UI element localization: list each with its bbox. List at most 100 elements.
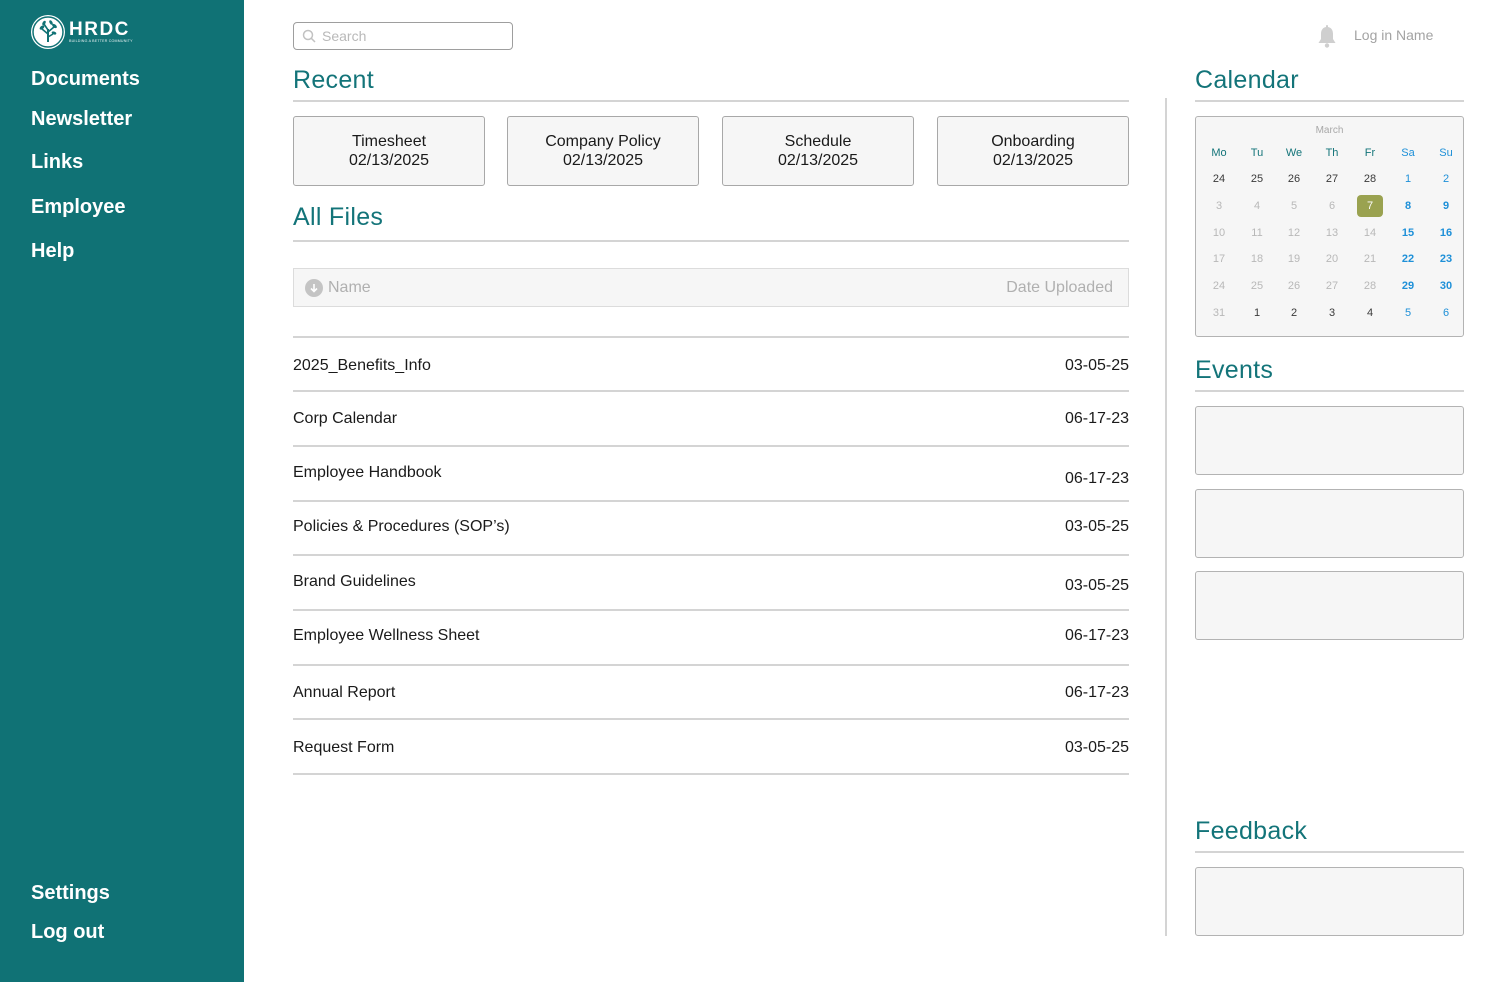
calendar-day[interactable]: 16 (1433, 222, 1459, 244)
calendar-day[interactable]: 14 (1357, 222, 1383, 244)
event-card[interactable] (1195, 489, 1464, 558)
event-card[interactable] (1195, 571, 1464, 640)
calendar-weekday-label: Su (1439, 147, 1453, 159)
calendar-weekday-label: Tu (1250, 147, 1264, 159)
sort-down-icon[interactable] (305, 279, 323, 297)
calendar-month: March (1315, 125, 1344, 136)
sidebar-item-newsletter[interactable]: Newsletter (31, 108, 132, 131)
calendar-day[interactable]: 26 (1281, 275, 1307, 297)
calendar-day[interactable]: 27 (1319, 168, 1345, 190)
calendar-day[interactable]: 25 (1244, 275, 1270, 297)
calendar-day[interactable]: 5 (1395, 302, 1421, 324)
calendar-day[interactable]: 4 (1357, 302, 1383, 324)
calendar-day[interactable]: 18 (1244, 248, 1270, 270)
bell-icon[interactable] (1316, 25, 1338, 49)
calendar-day[interactable]: 21 (1357, 248, 1383, 270)
file-date: 06-17-23 (1064, 627, 1129, 644)
brand-tagline: BUILDING A BETTER COMMUNITY (69, 39, 133, 43)
calendar-day[interactable]: 31 (1206, 302, 1232, 324)
table-row[interactable]: Policies & Procedures (SOP’s) 03-05-25 (293, 518, 1129, 540)
sidebar-item-settings[interactable]: Settings (31, 882, 110, 905)
calendar-day[interactable]: 28 (1357, 168, 1383, 190)
sidebar-item-help[interactable]: Help (31, 240, 74, 263)
recent-card-company-policy[interactable]: Company Policy 02/13/2025 (507, 116, 699, 186)
sidebar-item-log-out[interactable]: Log out (31, 921, 104, 944)
recent-card-schedule[interactable]: Schedule 02/13/2025 (722, 116, 914, 186)
table-row[interactable]: Corp Calendar 06-17-23 (293, 410, 1129, 432)
calendar-day[interactable]: 6 (1433, 302, 1459, 324)
search-icon (302, 29, 316, 43)
calendar-day[interactable]: 9 (1433, 195, 1459, 217)
calendar-day[interactable]: 20 (1319, 248, 1345, 270)
sidebar-item-documents[interactable]: Documents (31, 68, 140, 91)
file-date: 03-05-25 (1064, 577, 1129, 594)
recent-card-timesheet[interactable]: Timesheet 02/13/2025 (293, 116, 485, 186)
calendar-day[interactable]: 7 (1357, 195, 1383, 217)
table-divider (293, 718, 1129, 720)
calendar-day[interactable]: 15 (1395, 222, 1421, 244)
calendar-day[interactable]: 2 (1433, 168, 1459, 190)
calendar-day[interactable]: 5 (1281, 195, 1307, 217)
calendar-day[interactable]: 19 (1281, 248, 1307, 270)
calendar-widget: March Mo Tu We Th Fr Sa Su 24 25 26 27 28 1 2 3 4 5 6 7 8 9 1… (1195, 116, 1464, 337)
search-box[interactable] (293, 22, 513, 50)
recent-card-name: Schedule (784, 133, 852, 150)
events-divider (1195, 390, 1464, 392)
logo-text: HRDC BUILDING A BETTER COMMUNITY (69, 20, 133, 44)
table-divider (293, 445, 1129, 447)
file-name: Brand Guidelines (293, 573, 416, 590)
table-row[interactable]: Brand Guidelines 03-05-25 (293, 573, 1129, 603)
calendar-day[interactable]: 22 (1395, 248, 1421, 270)
file-date: 03-05-25 (1064, 518, 1129, 535)
calendar-day[interactable]: 30 (1433, 275, 1459, 297)
calendar-day[interactable]: 3 (1206, 195, 1232, 217)
calendar-day[interactable]: 27 (1319, 275, 1345, 297)
calendar-weekday-label: Mo (1211, 147, 1227, 159)
calendar-day[interactable]: 1 (1395, 168, 1421, 190)
calendar-day[interactable]: 12 (1281, 222, 1307, 244)
calendar-day[interactable]: 24 (1206, 275, 1232, 297)
feedback-box[interactable] (1195, 867, 1464, 936)
file-name: Annual Report (293, 684, 396, 701)
recent-card-name: Company Policy (545, 133, 661, 150)
file-name: Request Form (293, 739, 395, 756)
recent-card-onboarding[interactable]: Onboarding 02/13/2025 (937, 116, 1129, 186)
column-header-name[interactable]: Name (328, 279, 371, 297)
calendar-day[interactable]: 2 (1281, 302, 1307, 324)
calendar-day[interactable]: 24 (1206, 168, 1232, 190)
table-row[interactable]: Employee Handbook 06-17-23 (293, 464, 1129, 494)
feedback-input[interactable] (1196, 868, 1463, 935)
calendar-day[interactable]: 17 (1206, 248, 1232, 270)
table-row[interactable]: Employee Wellness Sheet 06-17-23 (293, 627, 1129, 649)
table-divider (293, 500, 1129, 502)
events-title: Events (1195, 356, 1274, 384)
calendar-day[interactable]: 10 (1206, 222, 1232, 244)
sidebar-item-links[interactable]: Links (31, 151, 83, 174)
login-name[interactable]: Log in Name (1354, 27, 1433, 43)
calendar-day[interactable]: 25 (1244, 168, 1270, 190)
table-row[interactable]: Annual Report 06-17-23 (293, 684, 1129, 706)
table-row[interactable]: 2025_Benefits_Info 03-05-25 (293, 357, 1129, 379)
column-header-date-uploaded[interactable]: Date Uploaded (1006, 279, 1113, 297)
file-name: Corp Calendar (293, 410, 398, 427)
calendar-day[interactable]: 29 (1395, 275, 1421, 297)
table-row[interactable]: Request Form 03-05-25 (293, 739, 1129, 761)
search-input[interactable] (322, 28, 502, 44)
event-card[interactable] (1195, 406, 1464, 475)
calendar-day[interactable]: 3 (1319, 302, 1345, 324)
calendar-day[interactable]: 23 (1433, 248, 1459, 270)
table-divider (293, 609, 1129, 611)
calendar-day[interactable]: 28 (1357, 275, 1383, 297)
calendar-day[interactable]: 8 (1395, 195, 1421, 217)
recent-card-date: 02/13/2025 (562, 152, 644, 169)
recent-divider (293, 100, 1129, 102)
calendar-day[interactable]: 26 (1281, 168, 1307, 190)
calendar-day[interactable]: 13 (1319, 222, 1345, 244)
calendar-day[interactable]: 11 (1244, 222, 1270, 244)
sidebar-item-employee[interactable]: Employee (31, 196, 125, 219)
calendar-day[interactable]: 4 (1244, 195, 1270, 217)
calendar-day[interactable]: 1 (1244, 302, 1270, 324)
calendar-weekday-label: Sa (1401, 147, 1415, 159)
calendar-day[interactable]: 6 (1319, 195, 1345, 217)
hrdc-logo[interactable]: HRDC BUILDING A BETTER COMMUNITY (31, 15, 133, 49)
